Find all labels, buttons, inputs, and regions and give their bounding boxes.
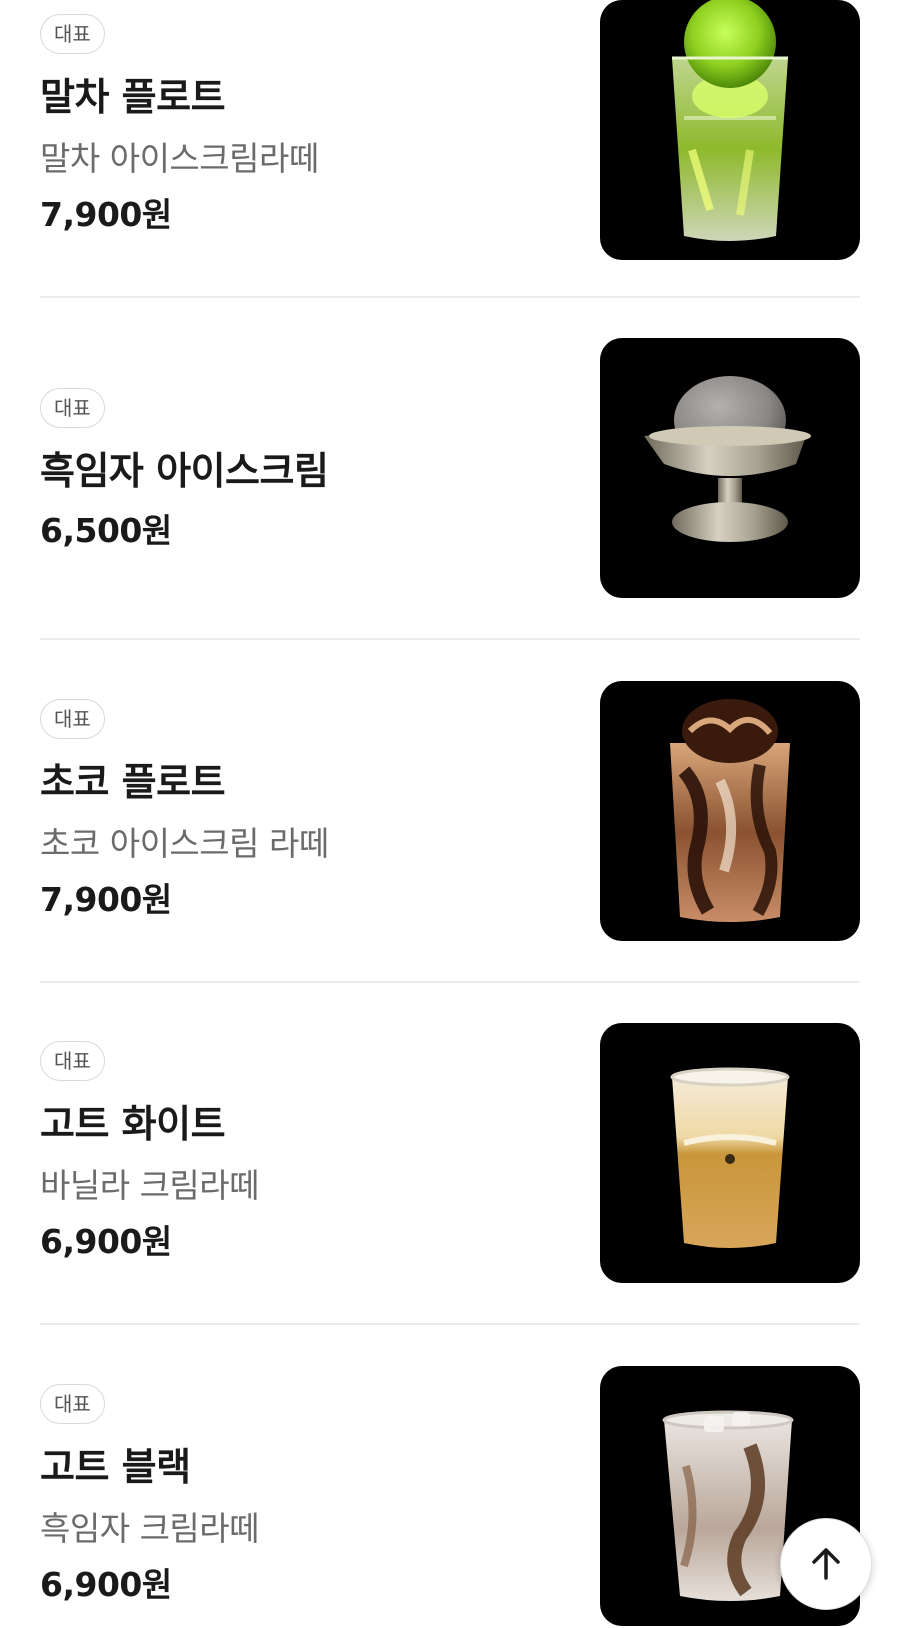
- menu-item-name: 고트 블랙: [40, 1445, 191, 1489]
- menu-item-price: 6,900원: [40, 1565, 172, 1604]
- divider: [40, 1323, 860, 1325]
- signature-badge: 대표: [40, 14, 105, 54]
- menu-item-price: 6,500원: [40, 511, 172, 550]
- matcha-float-image: [672, 0, 788, 241]
- signature-badge: 대표: [40, 699, 105, 739]
- menu-item-price: 6,900원: [40, 1222, 172, 1261]
- menu-item-name: 고트 화이트: [40, 1102, 226, 1146]
- menu-item-description: 말차 아이스크림라떼: [40, 139, 319, 178]
- divider: [40, 981, 860, 983]
- menu-item-black-sesame-ice-cream[interactable]: 대표 흑임자 아이스크림 6,500원: [40, 338, 860, 598]
- menu-item-name: 말차 플로트: [40, 75, 226, 119]
- divider: [40, 638, 860, 640]
- black-sesame-ice-cream-icon[interactable]: [600, 338, 860, 598]
- goat-white-icon[interactable]: [600, 1023, 860, 1283]
- menu-item-goat-black[interactable]: 대표 고트 블랙 흑임자 크림라떼 6,900원: [40, 1366, 860, 1626]
- menu-item-choco-float[interactable]: 대표 초코 플로트 초코 아이스크림 라떼 7,900원: [40, 681, 860, 941]
- signature-badge: 대표: [40, 388, 105, 428]
- choco-float-image: [670, 699, 790, 922]
- signature-badge: 대표: [40, 1041, 105, 1081]
- goat-white-image: [670, 1067, 790, 1248]
- signature-badge: 대표: [40, 1384, 105, 1424]
- menu-item-description: 초코 아이스크림 라떼: [40, 824, 329, 863]
- menu-item-price: 7,900원: [40, 880, 172, 919]
- menu-item-goat-white[interactable]: 대표 고트 화이트 바닐라 크림라떼 6,900원: [40, 1023, 860, 1283]
- black-sesame-ice-cream-image: [644, 376, 811, 542]
- menu-item-description: 바닐라 크림라떼: [40, 1166, 260, 1205]
- menu-item-price: 7,900원: [40, 195, 172, 234]
- menu-item-description: 흑임자 크림라떼: [40, 1509, 260, 1548]
- menu-item-name: 초코 플로트: [40, 760, 226, 804]
- choco-float-icon[interactable]: [600, 681, 860, 941]
- divider: [40, 296, 860, 298]
- menu-item-name: 흑임자 아이스크림: [40, 449, 329, 493]
- matcha-float-icon[interactable]: [600, 0, 860, 260]
- menu-item-matcha-float[interactable]: 대표 말차 플로트 말차 아이스크림라떼 7,900원: [40, 0, 860, 260]
- scroll-to-top-button[interactable]: [780, 1518, 872, 1610]
- arrow-up-icon: [812, 1548, 840, 1580]
